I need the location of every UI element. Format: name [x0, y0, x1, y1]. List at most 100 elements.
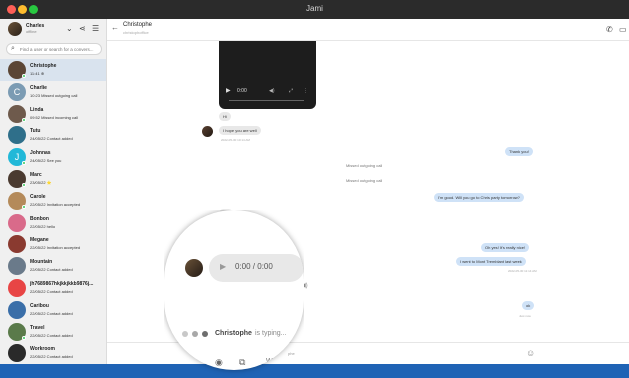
avatar	[8, 235, 26, 254]
conversation-last-event: 22/05/22 Contact added	[30, 354, 73, 360]
conversation-last-event: 22/05/22 Invitation accepted	[30, 245, 81, 251]
conversation-last-event: 22/05/22 hello	[30, 223, 56, 229]
message-bubble: Hi	[219, 112, 231, 121]
phone-icon[interactable]: ✆	[606, 25, 613, 34]
conversation-item[interactable]: Caribou 22/05/22 Contact added	[0, 299, 106, 321]
video-record-icon[interactable]: ⧉	[239, 357, 245, 368]
message-bubble: I went to Mont Tremblant last week	[456, 257, 526, 266]
video-call-icon[interactable]: ▭	[619, 25, 627, 34]
conversation-item[interactable]: Megane 22/05/22 Invitation accepted	[0, 233, 106, 255]
conversation-item[interactable]: Christophe 11:41 ⊕	[0, 59, 106, 81]
conversation-item[interactable]: C Charlie 10:23 Missed outgoing call	[0, 81, 106, 103]
audio-time: 0:00 / 0:00	[235, 262, 273, 271]
conversation-item[interactable]: jh7689867hkjkkjkkb9876j... 22/05/22 Conta…	[0, 277, 106, 299]
conversation-item[interactable]: Tutu 24/05/22 Contact added	[0, 124, 106, 146]
conversation-item[interactable]: Workroom 22/05/22 Contact added	[0, 342, 106, 364]
search-input[interactable]	[20, 45, 100, 54]
online-status-dot	[22, 335, 26, 340]
conversation-name: Megane	[30, 237, 49, 244]
avatar	[8, 126, 26, 145]
conversation-item[interactable]: Travel 22/05/22 Contact added	[0, 321, 106, 343]
avatar	[8, 213, 26, 232]
conversation-last-event: 24/05/22 See you	[30, 158, 62, 164]
typing-dot	[182, 331, 188, 337]
typing-dot	[192, 331, 198, 337]
conversation-name: Tutu	[30, 128, 41, 135]
conversation-name: Johnnas	[30, 150, 51, 157]
avatar	[8, 257, 26, 276]
account-header[interactable]: Charles offline ⌄ ⋖ ☰	[0, 19, 106, 39]
video-time: 0:00	[237, 88, 247, 94]
settings-sliders-icon[interactable]: ☰	[92, 24, 99, 34]
conversation-last-event: 22/05/22 Invitation accepted	[30, 201, 81, 207]
chat-contact-username: christophoffice	[123, 30, 149, 35]
message-timestamp: 2022-05-30 10:14 AM	[221, 138, 250, 142]
typing-user-name: Christophe	[215, 330, 252, 337]
title-bar: Jami	[0, 0, 629, 19]
online-status-dot	[22, 117, 26, 122]
message-bubble: Oh yes! It's really nice!	[481, 243, 530, 252]
back-arrow-icon[interactable]: ←	[111, 23, 119, 32]
sender-avatar	[202, 126, 213, 137]
audio-message[interactable]: ▶ 0:00 / 0:00	[209, 254, 304, 282]
search-icon: ⌕	[11, 45, 15, 52]
conversation-name: Caribou	[30, 302, 49, 309]
avatar: C	[8, 82, 26, 101]
typing-dot	[202, 331, 208, 337]
attachment-icon[interactable]: ⌕	[193, 357, 198, 368]
conversation-item[interactable]: Carole 22/05/22 Invitation accepted	[0, 190, 106, 212]
more-icon[interactable]: ⋮	[303, 88, 308, 94]
composer-input[interactable]: Write	[266, 358, 282, 365]
chevron-down-icon[interactable]: ⌄	[66, 24, 73, 34]
volume-icon[interactable]: ◀)	[269, 88, 275, 94]
emoji-icon[interactable]: ☺	[526, 348, 535, 358]
magnifier-lens: ▶ 0:00 / 0:00 Christophe is typing... ⌕ …	[164, 210, 304, 378]
play-icon[interactable]: ▶	[220, 262, 226, 271]
conversation-name: Carole	[30, 193, 46, 200]
audio-record-icon[interactable]: ◉	[215, 357, 223, 368]
conversation-last-event: 22/05/22 Contact added	[30, 289, 73, 294]
conversation-item[interactable]: Bonbon 22/05/22 hello	[0, 212, 106, 234]
call-event-text: Missed outgoing call	[346, 163, 383, 168]
conversation-last-event: 09:52 Missed incoming call	[30, 114, 79, 120]
account-status: offline	[26, 29, 37, 34]
chat-contact-name: Christophe	[123, 22, 153, 28]
conversation-name: Linda	[30, 106, 44, 113]
message-timestamp: 2022-05-30 11:14 AM	[508, 269, 537, 273]
avatar	[8, 344, 26, 363]
online-status-dot	[22, 204, 26, 209]
conversation-last-event: 10:23 Missed outgoing call	[30, 92, 78, 98]
conversation-last-event: 22/05/22 Contact added	[30, 267, 73, 273]
conversation-item[interactable]: Mountain 22/05/22 Contact added	[0, 255, 106, 277]
call-event-text: Missed outgoing call	[346, 178, 383, 183]
video-message[interactable]: ▶ 0:00 ◀) ⤢ ⋮	[219, 41, 316, 109]
magnified-area: ▶ 0:00 / 0:00 Christophe is typing... ⌕ …	[164, 210, 304, 370]
conversation-name: Bonbon	[30, 215, 49, 222]
app-window: Jami Charles offline ⌄ ⋖ ☰ ⌕ Christophe 1…	[0, 0, 629, 364]
conversation-last-event: 24/05/22 Contact added	[30, 136, 73, 142]
search-box[interactable]: ⌕	[6, 43, 102, 55]
window-title: Jami	[306, 4, 323, 13]
conversation-last-event: 22/05/22 Contact added	[30, 310, 73, 316]
conversation-last-event: 11:41 ⊕	[30, 71, 45, 76]
play-icon[interactable]: ▶	[226, 87, 231, 94]
chat-header: ← Christophe christophoffice ✆ ▭	[107, 19, 629, 41]
message-bubble: ok	[522, 301, 535, 310]
message-bubble: Thank you!	[505, 147, 533, 156]
conversation-name: Workroom	[30, 346, 55, 353]
online-status-dot	[22, 161, 26, 166]
video-progress-bar[interactable]	[229, 100, 304, 101]
conversation-item[interactable]: Marc 23/05/22 ⭐	[0, 168, 106, 190]
fullscreen-icon[interactable]: ⤢	[289, 88, 293, 94]
message-bubble: I'm good. Will you go to Chris party tom…	[434, 193, 524, 202]
avatar	[8, 279, 26, 297]
sidebar: Charles offline ⌄ ⋖ ☰ ⌕ Christophe 11:41 …	[0, 19, 107, 364]
online-status-dot	[22, 74, 26, 78]
conversation-item[interactable]: Linda 09:52 Missed incoming call	[0, 103, 106, 125]
online-status-dot	[22, 183, 26, 187]
share-icon[interactable]: ⋖	[79, 24, 86, 34]
account-avatar[interactable]	[8, 22, 22, 36]
avatar	[8, 300, 26, 319]
conversation-name: jh7689867hkjkkjkkb9876j...	[30, 281, 94, 287]
conversation-item[interactable]: J Johnnas 24/05/22 See you	[0, 146, 106, 168]
